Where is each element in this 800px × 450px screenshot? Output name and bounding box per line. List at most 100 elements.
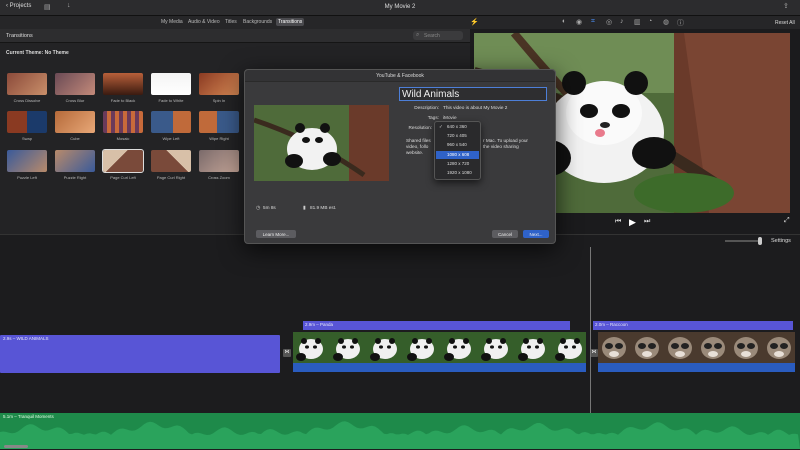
color-correction-icon[interactable]: ◉ <box>576 18 582 26</box>
transition-label: Puzzle Left <box>17 175 37 180</box>
cancel-button[interactable]: Cancel <box>492 230 518 238</box>
checkmark-icon: ✓ <box>439 124 443 129</box>
transition-puzzle-left[interactable] <box>7 150 47 172</box>
timeline-scrollbar[interactable] <box>4 445 28 448</box>
settings-button[interactable]: Settings <box>771 238 791 244</box>
transition-swap[interactable] <box>7 111 47 133</box>
option-label: 1080 x 608 <box>447 152 470 157</box>
panda-audio-bar[interactable] <box>293 363 586 372</box>
resolution-option-1080[interactable]: 1080 x 608 <box>436 151 479 159</box>
option-label: 640 x 360 <box>447 124 467 129</box>
info-icon[interactable]: ⓘ <box>677 18 684 28</box>
panda-frame-thumb <box>330 332 367 363</box>
raccoon-frame-thumb <box>598 332 631 363</box>
timeline[interactable]: Settings 2.9s – WILD ANIMALS ⋈ 2.9m – Pa… <box>0 234 800 450</box>
raccoon-clip[interactable] <box>598 332 795 363</box>
raccoon-audio-bar[interactable] <box>598 363 795 372</box>
option-label: 720 x 405 <box>447 133 467 138</box>
transition-page-curl-right[interactable] <box>151 150 191 172</box>
clock-icon: ◷ <box>256 205 261 211</box>
zoom-handle[interactable] <box>758 237 762 245</box>
panda-clip[interactable] <box>293 332 586 363</box>
tab-transitions[interactable]: Transitions <box>276 18 305 26</box>
panda-frame-thumb <box>404 332 441 363</box>
panda-title-bar[interactable]: 2.9m – Panda <box>303 321 570 330</box>
transition-fade-to-white[interactable] <box>151 73 191 95</box>
speed-icon[interactable]: ◔ <box>648 18 652 25</box>
learn-more-button[interactable]: Learn More... <box>256 230 296 238</box>
play-icon[interactable]: ▶ <box>629 217 636 228</box>
title-field[interactable]: Wild Animals <box>399 87 547 101</box>
resolution-option-1920[interactable]: 1920 x 1080 <box>436 169 479 177</box>
file-size-value: 81.9 MB est. <box>310 205 337 210</box>
transition-cross-dissolve[interactable] <box>7 73 47 95</box>
description-field[interactable]: This video is about My Movie 2 <box>443 105 507 110</box>
window-title: My Movie 2 <box>384 4 416 10</box>
transition-cross-zoom[interactable] <box>199 150 239 172</box>
resolution-dropdown[interactable]: ✓ 640 x 360 720 x 405 960 x 540 1080 x 60… <box>434 121 481 180</box>
dialog-preview-thumbnail <box>254 105 389 181</box>
title-clip[interactable]: 2.9s – WILD ANIMALS <box>0 335 280 373</box>
transition-cross-blur[interactable] <box>55 73 95 95</box>
transition-marker-icon[interactable]: ⋈ <box>283 349 291 357</box>
transition-cube[interactable] <box>55 111 95 133</box>
transition-wipe-right[interactable] <box>199 111 239 133</box>
tab-titles[interactable]: Titles <box>225 19 237 25</box>
browser-header: Transitions ⌕ Search <box>0 29 470 43</box>
tab-audio-video[interactable]: Audio & Video <box>188 19 220 25</box>
reset-all-button[interactable]: Reset All <box>775 20 795 26</box>
transition-mosaic[interactable] <box>103 111 143 133</box>
description-label: Description: <box>414 105 439 110</box>
transition-wipe-left[interactable] <box>151 111 191 133</box>
dialog-title: YouTube & Facebook <box>245 70 555 82</box>
magic-wand-icon[interactable]: ⚡ <box>470 18 479 26</box>
transition-page-curl-left[interactable] <box>102 149 144 173</box>
tab-backgrounds[interactable]: Backgrounds <box>243 19 272 25</box>
transition-label: Wipe Left <box>162 136 180 141</box>
file-size-icon: ▮ <box>303 205 306 211</box>
clip-filter-icon[interactable]: ◍ <box>663 18 669 26</box>
shared-files-text-1: Shared files <box>406 138 431 143</box>
shared-right-text-2: the video sharing <box>483 144 519 149</box>
browser-title: Transitions <box>6 33 33 39</box>
tags-field[interactable]: iMovie <box>443 115 457 120</box>
fullscreen-icon[interactable]: ⤢ <box>784 217 790 225</box>
resolution-option-960[interactable]: 960 x 540 <box>436 141 479 149</box>
resolution-option-640[interactable]: ✓ 640 x 360 <box>436 123 479 131</box>
transition-fade-to-black[interactable] <box>103 73 143 95</box>
shared-right-text-1: r Mac. To upload your <box>483 138 528 143</box>
music-clip[interactable]: 5.1m – Tranquil Moments <box>0 413 800 449</box>
resolution-option-720[interactable]: 720 x 405 <box>436 132 479 140</box>
color-balance-icon[interactable]: ◐ <box>562 18 566 25</box>
skip-forward-icon[interactable]: ⏭ <box>644 218 650 226</box>
resolution-option-1280[interactable]: 1280 x 720 <box>436 160 479 168</box>
panda-frame-thumb <box>515 332 552 363</box>
transition-spin-in[interactable] <box>199 73 239 95</box>
stabilization-icon[interactable]: ◎ <box>606 18 612 26</box>
title-clip-label: 2.9s – WILD ANIMALS <box>3 336 49 341</box>
transition-label: Cross Blur <box>65 98 85 103</box>
tab-my-media[interactable]: My Media <box>161 19 183 25</box>
search-input[interactable]: ⌕ Search <box>413 31 463 40</box>
share-icon[interactable]: ⇪ <box>783 2 789 10</box>
transition-label: Cross Zoom <box>208 175 230 180</box>
panda-filmstrip <box>293 332 586 363</box>
raccoon-clip-label: 2.0m – Raccoon <box>595 322 628 327</box>
noise-reduction-icon[interactable]: ▥ <box>634 18 641 26</box>
next-button[interactable]: Next... <box>523 230 549 238</box>
crop-icon[interactable]: ⌗ <box>591 18 595 26</box>
volume-icon[interactable]: ♪ <box>620 18 624 25</box>
panda-frame-thumb <box>367 332 404 363</box>
search-icon: ⌕ <box>416 32 420 38</box>
transition-label: Page Curl Right <box>156 175 186 180</box>
raccoon-frame-thumb <box>763 332 795 363</box>
transition-puzzle-right[interactable] <box>55 150 95 172</box>
transition-marker-2-icon[interactable]: ⋈ <box>590 349 598 357</box>
skip-back-icon[interactable]: ⏮ <box>615 218 621 226</box>
share-dialog: YouTube & Facebook Wild Animals Descript… <box>244 69 556 244</box>
raccoon-frame-thumb <box>631 332 664 363</box>
duration-value: 5m 8s <box>263 205 276 210</box>
raccoon-title-bar[interactable]: 2.0m – Raccoon <box>593 321 793 330</box>
media-tabs-bar: My Media Audio & Video Titles Background… <box>0 16 470 29</box>
zoom-slider[interactable] <box>725 240 760 242</box>
